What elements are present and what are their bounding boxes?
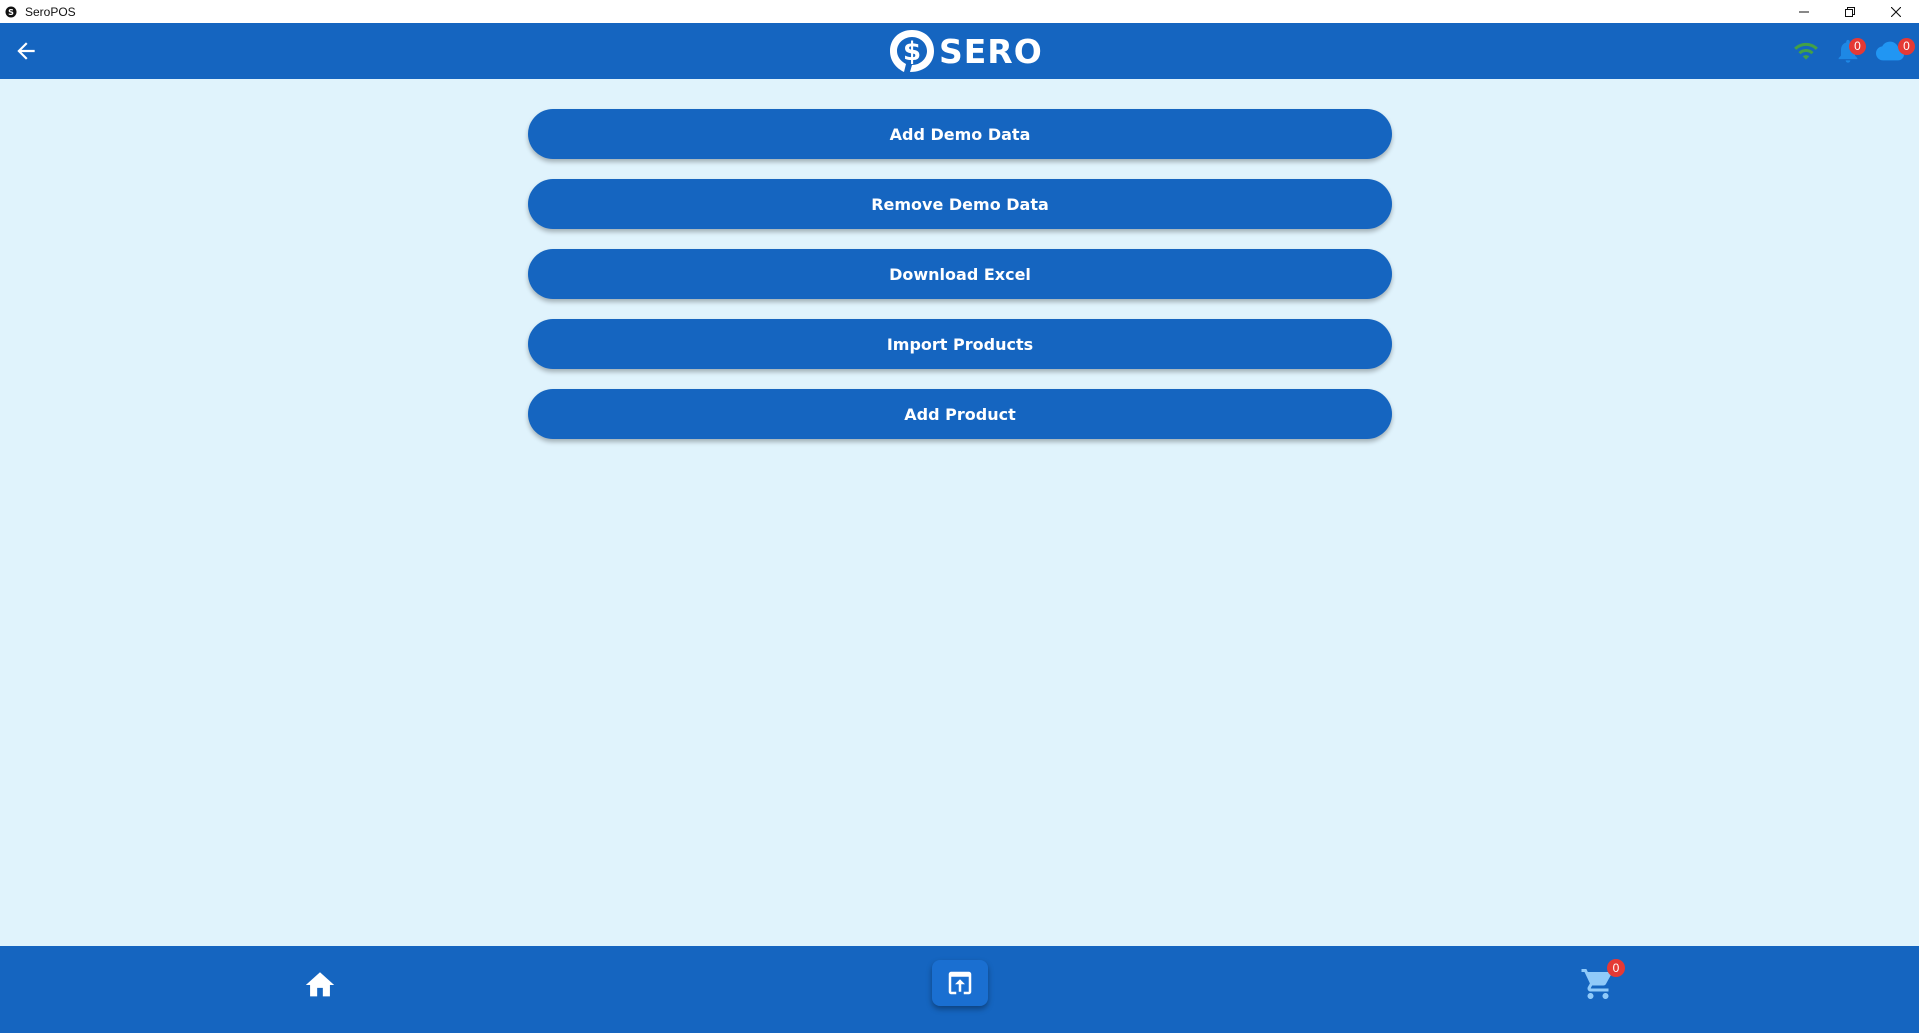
minimize-button[interactable] <box>1781 0 1827 23</box>
window-titlebar: S SeroPOS <box>0 0 1919 23</box>
sync-badge: 0 <box>1898 38 1915 55</box>
window-title: SeroPOS <box>25 4 76 19</box>
notification-badge: 0 <box>1849 38 1866 55</box>
add-product-button[interactable]: Add Product <box>528 389 1392 439</box>
restore-button[interactable] <box>1827 0 1873 23</box>
remove-demo-data-button[interactable]: Remove Demo Data <box>528 179 1392 229</box>
minimize-icon <box>1799 11 1809 12</box>
wifi-icon <box>1794 42 1818 60</box>
import-products-button[interactable]: Import Products <box>528 319 1392 369</box>
download-excel-button[interactable]: Download Excel <box>528 249 1392 299</box>
logo-text: SERO <box>939 31 1043 71</box>
home-icon <box>305 972 335 997</box>
center-nav-button[interactable] <box>932 960 988 1006</box>
bottom-navigation: 0 <box>0 946 1919 1033</box>
back-arrow-icon <box>17 42 35 60</box>
action-list: Add Demo Data Remove Demo Data Download … <box>528 109 1392 439</box>
upload-screen-icon <box>948 971 972 995</box>
svg-text:S: S <box>8 8 14 17</box>
sync-button[interactable]: 0 <box>1873 37 1915 65</box>
app-header: $ SERO 0 0 <box>0 23 1919 79</box>
sero-logo-icon: $ <box>890 30 934 72</box>
app-window: S SeroPOS $ SERO 0 0 Add Demo Data Remov… <box>0 0 1919 1033</box>
home-nav-button[interactable] <box>303 968 337 1002</box>
main-content: Add Demo Data Remove Demo Data Download … <box>0 79 1919 946</box>
svg-text:$: $ <box>903 37 921 67</box>
add-demo-data-button[interactable]: Add Demo Data <box>528 109 1392 159</box>
app-logo-icon: S <box>5 6 17 17</box>
window-controls <box>1781 0 1919 23</box>
notifications-button[interactable]: 0 <box>1834 37 1866 65</box>
restore-icon <box>1845 6 1855 17</box>
back-button[interactable] <box>12 37 40 65</box>
close-button[interactable] <box>1873 0 1919 23</box>
sero-logo: $ SERO <box>887 28 1043 74</box>
cart-nav-button[interactable]: 0 <box>1580 959 1625 1006</box>
cart-badge: 0 <box>1607 959 1625 977</box>
close-icon <box>1891 6 1901 17</box>
